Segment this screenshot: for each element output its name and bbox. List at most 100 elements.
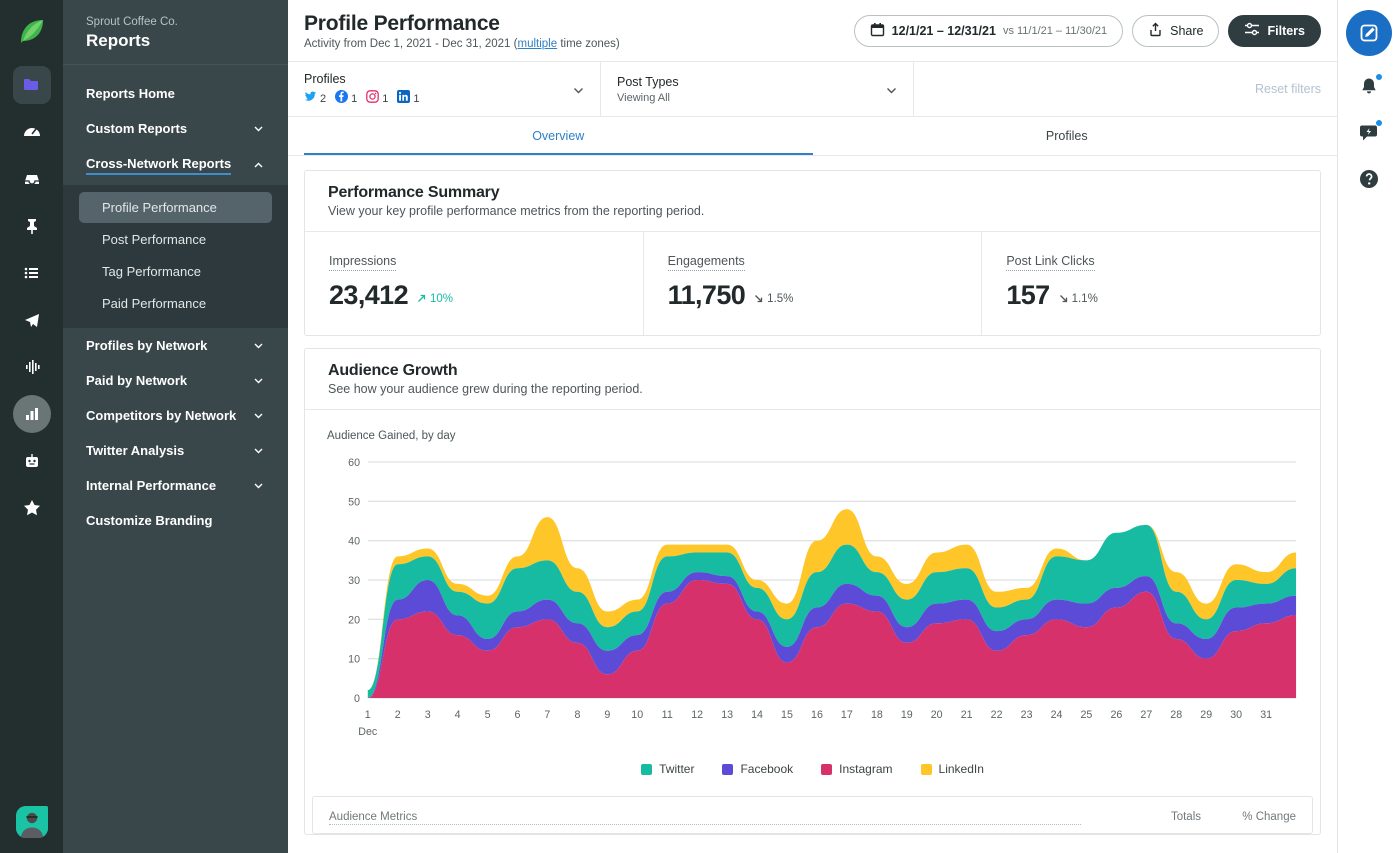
svg-text:19: 19 (901, 709, 913, 721)
svg-text:9: 9 (604, 709, 610, 721)
sidebar-item-twitter-analysis[interactable]: Twitter Analysis (63, 433, 288, 468)
filters-label: Filters (1267, 23, 1305, 38)
chevron-down-icon (252, 479, 265, 492)
inbox-icon[interactable] (13, 160, 51, 198)
kpi-delta-value: 1.5% (767, 292, 794, 305)
profiles-filter-label: Profiles (304, 71, 346, 86)
sidebar-item-customize-branding[interactable]: Customize Branding (63, 503, 288, 538)
svg-text:30: 30 (348, 575, 360, 587)
sidebar-item-label: Internal Performance (86, 478, 217, 493)
legend-swatch-linkedin (920, 763, 932, 775)
post-types-label: Post Types (617, 75, 679, 89)
performance-summary-header: Performance Summary View your key profil… (305, 171, 1320, 231)
share-button[interactable]: Share (1132, 14, 1220, 47)
svg-text:3: 3 (425, 709, 431, 721)
sidebar-item-profiles-by-network[interactable]: Profiles by Network (63, 328, 288, 363)
arrow-up-right-icon (418, 294, 426, 302)
sidebar-item-competitors-by-network[interactable]: Competitors by Network (63, 398, 288, 433)
linkedin-count-chip: 1 (397, 89, 420, 108)
timezone-link[interactable]: multiple (517, 38, 557, 50)
svg-text:31: 31 (1260, 709, 1272, 721)
kpi-label: Impressions (329, 254, 397, 271)
messages-button[interactable] (1354, 118, 1384, 148)
send-paper-plane-icon[interactable] (13, 301, 51, 339)
tab-overview[interactable]: Overview (304, 117, 813, 155)
svg-text:30: 30 (1230, 709, 1242, 721)
reset-filters-button[interactable]: Reset filters (1255, 82, 1321, 96)
legend-label: Instagram (839, 762, 893, 776)
sliders-icon (1244, 21, 1260, 40)
chevron-down-icon (571, 83, 584, 96)
sidebar-item-label: Twitter Analysis (86, 443, 185, 458)
kpi-post-link-clicks: Post Link Clicks 157 1.1% (982, 232, 1320, 335)
audience-growth-subtitle: See how your audience grew during the re… (328, 382, 643, 396)
sidebar-item-custom-reports[interactable]: Custom Reports (63, 111, 288, 146)
sidebar-item-paid-performance[interactable]: Paid Performance (79, 288, 272, 319)
kpi-label: Post Link Clicks (1006, 254, 1095, 271)
tab-profiles[interactable]: Profiles (813, 117, 1322, 155)
page-subtitle: Activity from Dec 1, 2021 - Dec 31, 2021… (304, 38, 854, 50)
bot-icon[interactable] (13, 442, 51, 480)
sidebar-item-label: Profiles by Network (86, 338, 208, 353)
svg-text:20: 20 (931, 709, 943, 721)
audio-waveform-icon[interactable] (13, 348, 51, 386)
filters-button[interactable]: Filters (1228, 14, 1321, 47)
legend-swatch-facebook (722, 763, 734, 775)
date-range-picker[interactable]: 12/1/21 – 12/31/21 vs 11/1/21 – 11/30/21 (853, 14, 1124, 47)
kpi-delta-value: 10% (429, 292, 454, 305)
sidebar-item-post-performance[interactable]: Post Performance (79, 224, 272, 255)
sidebar-item-reports-home[interactable]: Reports Home (63, 76, 288, 111)
facebook-icon (335, 89, 349, 108)
legend-item-facebook[interactable]: Facebook (722, 762, 793, 776)
sidebar-item-paid-by-network[interactable]: Paid by Network (63, 363, 288, 398)
bar-chart-icon[interactable] (12, 395, 51, 433)
performance-summary-title: Performance Summary (328, 184, 500, 201)
dashboard-gauge-icon[interactable] (13, 113, 51, 151)
legend-swatch-twitter (641, 763, 653, 775)
sidebar-item-profile-performance[interactable]: Profile Performance (79, 192, 272, 223)
legend-item-instagram[interactable]: Instagram (821, 762, 893, 776)
kpi-value: 157 (1006, 280, 1050, 310)
sprout-leaf-logo[interactable] (12, 12, 52, 52)
pin-icon[interactable] (13, 207, 51, 245)
filter-bar: Profiles 2 1 1 1 Post Types Viewing All … (288, 62, 1337, 117)
message-badge (1375, 119, 1383, 127)
profiles-filter[interactable]: Profiles 2 1 1 1 (288, 62, 601, 116)
legend-item-twitter[interactable]: Twitter (641, 762, 694, 776)
notifications-button[interactable] (1354, 72, 1384, 102)
svg-text:21: 21 (961, 709, 973, 721)
kpi-value-row: 157 1.1% (1006, 280, 1296, 311)
chevron-down-icon (252, 122, 265, 135)
compose-button[interactable] (1346, 10, 1392, 56)
list-icon[interactable] (13, 254, 51, 292)
svg-text:12: 12 (691, 709, 703, 721)
kpi-delta: 10% (416, 293, 453, 305)
star-icon[interactable] (13, 489, 51, 527)
sidebar-item-tag-performance[interactable]: Tag Performance (79, 256, 272, 287)
svg-text:5: 5 (485, 709, 491, 721)
sidebar-item-cross-network-reports[interactable]: Cross-Network Reports (63, 146, 288, 185)
col-audience-metrics: Audience Metrics (329, 811, 1081, 825)
svg-text:1: 1 (365, 709, 371, 721)
chart-axis-labels: 01020304050601 2 3 4 5 6 7 8 9 10 11 12 13 14 15 16 17 18… (348, 457, 1272, 738)
sidebar-item-label: Competitors by Network (86, 408, 237, 423)
arrow-down-right-icon (1059, 295, 1067, 303)
date-compare-value: vs 11/1/21 – 11/30/21 (1002, 24, 1108, 37)
chevron-down-icon (252, 374, 265, 387)
svg-text:29: 29 (1200, 709, 1212, 721)
post-types-filter[interactable]: Post Types Viewing All (601, 62, 914, 116)
user-avatar[interactable] (15, 806, 48, 838)
sidebar-items: Reports Home Custom Reports Cross-Networ… (63, 65, 288, 538)
kpi-value: 11,750 (667, 280, 746, 310)
help-button[interactable] (1354, 164, 1384, 194)
svg-text:6: 6 (515, 709, 521, 721)
svg-text:Dec: Dec (358, 726, 378, 738)
svg-text:4: 4 (455, 709, 461, 721)
sidebar-item-internal-performance[interactable]: Internal Performance (63, 468, 288, 503)
svg-text:8: 8 (574, 709, 580, 721)
legend-item-linkedin[interactable]: LinkedIn (920, 762, 984, 776)
kpi-row: Impressions 23,412 10% Engagements 11,75… (305, 231, 1320, 335)
audience-growth-chart[interactable]: 0 10 20 30 40 50 60 1 2 3 4 5 6 7 8 9 10 11 12 13 14 15 16 17 18… (327, 454, 1298, 750)
kpi-delta: 1.1% (1058, 293, 1098, 305)
folder-icon[interactable] (12, 66, 51, 104)
